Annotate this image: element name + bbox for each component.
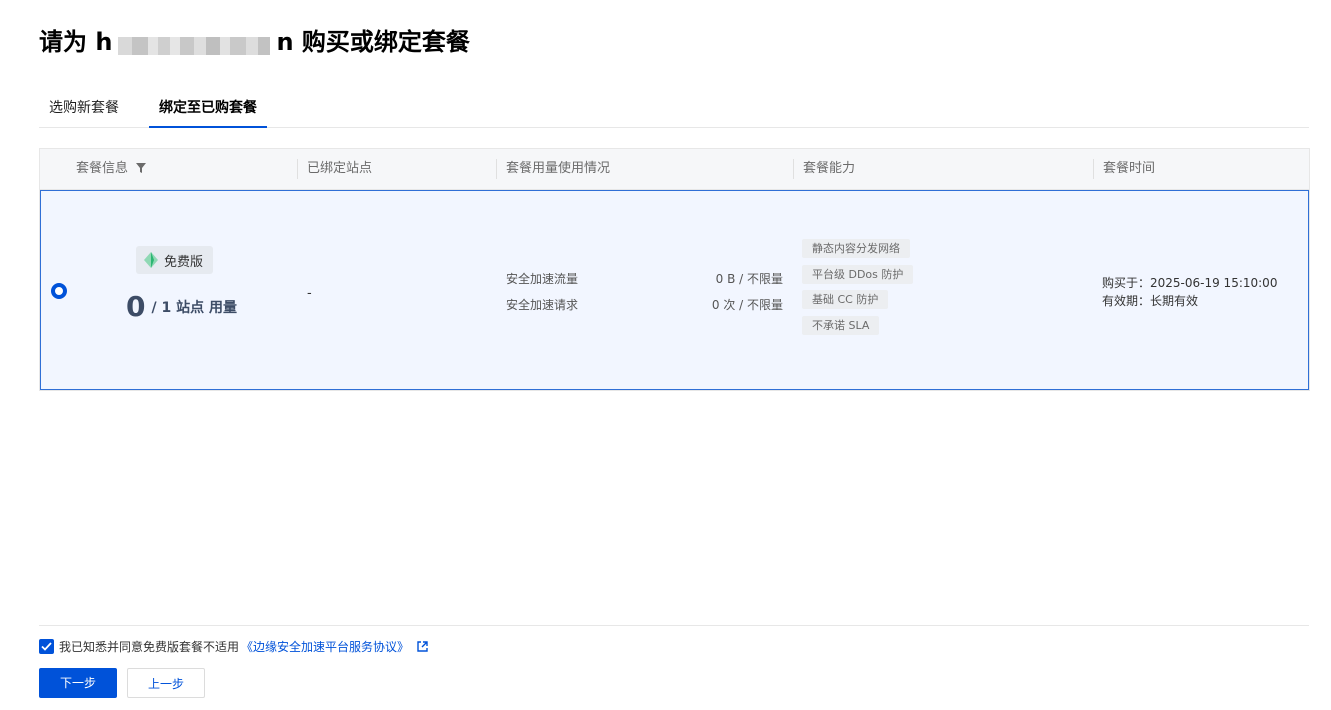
external-link-icon[interactable] — [417, 641, 428, 652]
feature-tag: 静态内容分发网络 — [802, 239, 910, 258]
usage-total: / 1 站点 用量 — [151, 299, 237, 316]
column-bound-sites: 已绑定站点 — [297, 149, 373, 189]
tab-bar: 选购新套餐 绑定至已购套餐 — [39, 89, 1309, 128]
column-plan-info-label: 套餐信息 — [76, 161, 129, 176]
page-title: 请为 h n 购买或绑定套餐 — [39, 22, 470, 57]
tab-buy-new-plan[interactable]: 选购新套餐 — [49, 89, 119, 127]
agreement-link[interactable]: 《边缘安全加速平台服务协议》 — [241, 638, 409, 655]
column-capabilities: 套餐能力 — [793, 149, 856, 189]
metric-requests-label: 安全加速请求 — [506, 298, 579, 312]
validity-period: 有效期：长期有效 — [1102, 294, 1199, 308]
table-row[interactable]: 免费版 0 / 1 站点 用量 - 安全加速流量 0 B / 不限量 安全加速请求… — [40, 190, 1309, 390]
purchase-time: 购买于：2025-06-19 15:10:00 — [1102, 276, 1278, 290]
column-capabilities-label: 套餐能力 — [803, 161, 856, 176]
title-prefix: 请为 h — [39, 28, 113, 56]
feature-tag: 基础 CC 防护 — [802, 290, 889, 309]
plan-badge-label: 免费版 — [164, 254, 204, 270]
site-usage: 0 / 1 站点 用量 — [126, 290, 237, 323]
plan-radio-button[interactable] — [51, 283, 67, 299]
table-header: 套餐信息 已绑定站点 套餐用量使用情况 套餐能力 套餐时间 — [40, 149, 1309, 190]
previous-step-button[interactable]: 上一步 — [127, 668, 205, 698]
agreement-checkbox[interactable] — [39, 639, 54, 654]
check-icon — [41, 642, 52, 651]
redacted-domain — [118, 31, 271, 55]
metric-traffic-value: 0 B / 不限量 — [715, 272, 783, 286]
plan-table: 套餐信息 已绑定站点 套餐用量使用情况 套餐能力 套餐时间 免费版 0 / 1 站… — [39, 148, 1310, 391]
plan-diamond-icon — [144, 252, 158, 268]
agreement-text: 我已知悉并同意免费版套餐不适用 — [59, 640, 240, 654]
plan-badge: 免费版 — [136, 246, 214, 274]
agreement: 我已知悉并同意免费版套餐不适用 《边缘安全加速平台服务协议》 — [39, 638, 428, 655]
next-step-button[interactable]: 下一步 — [39, 668, 117, 698]
metric-traffic-label: 安全加速流量 — [506, 272, 579, 286]
footer-divider — [39, 625, 1309, 626]
column-plan-time: 套餐时间 — [1093, 149, 1156, 189]
feature-tag: 平台级 DDos 防护 — [802, 265, 914, 284]
column-usage: 套餐用量使用情况 — [496, 149, 611, 189]
metric-requests-value: 0 次 / 不限量 — [711, 298, 783, 312]
column-bound-sites-label: 已绑定站点 — [307, 161, 373, 176]
usage-used: 0 — [126, 290, 146, 323]
column-usage-label: 套餐用量使用情况 — [506, 161, 611, 176]
title-suffix: n 购买或绑定套餐 — [276, 28, 470, 56]
filter-icon[interactable] — [136, 163, 147, 173]
feature-tag: 不承诺 SLA — [802, 316, 880, 335]
bound-sites-value: - — [307, 286, 312, 301]
tab-bind-existing-plan[interactable]: 绑定至已购套餐 — [149, 89, 267, 128]
column-plan-time-label: 套餐时间 — [1103, 161, 1156, 176]
column-plan-info[interactable]: 套餐信息 — [76, 149, 147, 189]
